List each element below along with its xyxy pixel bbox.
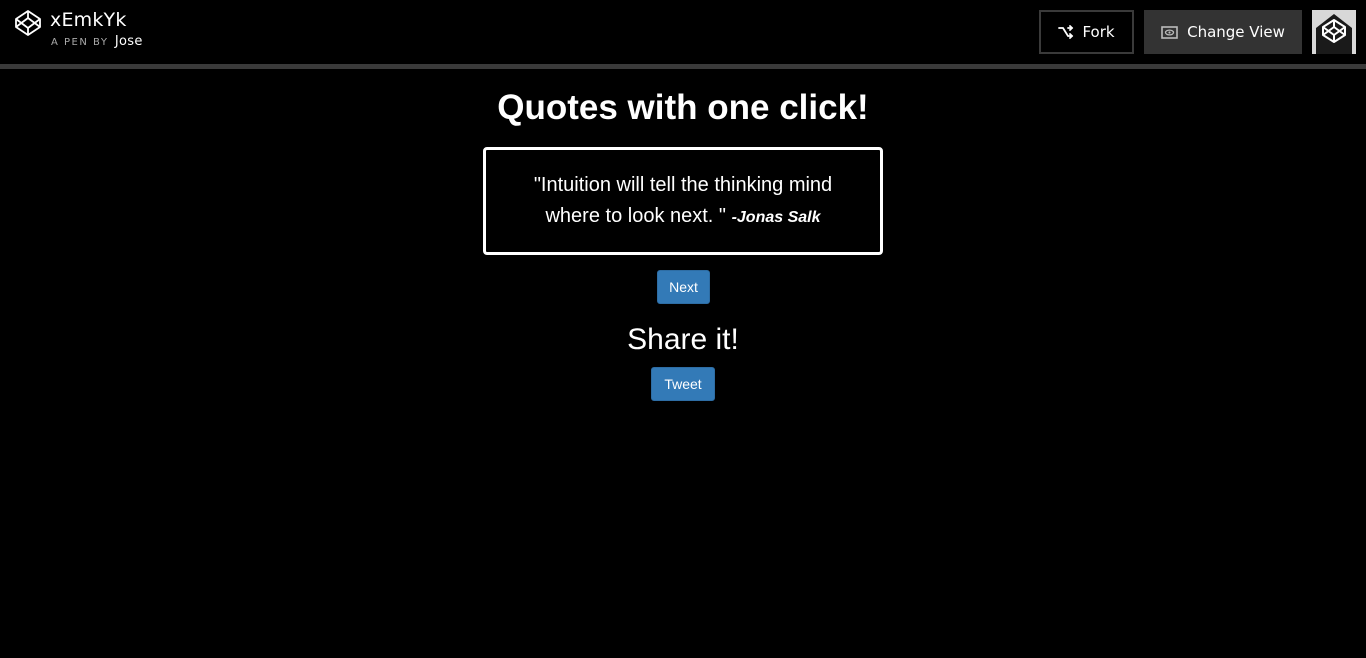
codepen-avatar-icon [1312,10,1356,54]
change-view-button[interactable]: Change View [1144,10,1302,54]
fork-label: Fork [1082,23,1115,41]
fork-icon [1058,25,1074,39]
top-bar-divider [0,64,1366,69]
top-bar: xEmkYk A PEN BY Jose Fork Change View [0,0,1366,64]
pen-byline: A PEN BY Jose [50,32,143,50]
quote-box: "Intuition will tell the thinking mind w… [483,147,883,255]
quote-content: "Intuition will tell the thinking mind w… [513,170,853,233]
quote-author: -Jonas Salk [731,208,821,226]
change-view-label: Change View [1187,23,1285,41]
codepen-logo-icon[interactable] [14,9,42,37]
eye-icon [1161,25,1178,39]
share-heading: Share it! [627,323,739,356]
pen-title[interactable]: xEmkYk [50,8,143,32]
next-button[interactable]: Next [657,270,710,304]
pen-brand: xEmkYk A PEN BY Jose [14,8,143,50]
avatar[interactable] [1312,10,1356,54]
fork-button[interactable]: Fork [1039,10,1134,54]
pen-by-label: A PEN BY [51,37,109,48]
pen-author-link[interactable]: Jose [115,34,143,49]
page-title: Quotes with one click! [497,88,869,127]
tweet-button[interactable]: Tweet [651,367,715,401]
